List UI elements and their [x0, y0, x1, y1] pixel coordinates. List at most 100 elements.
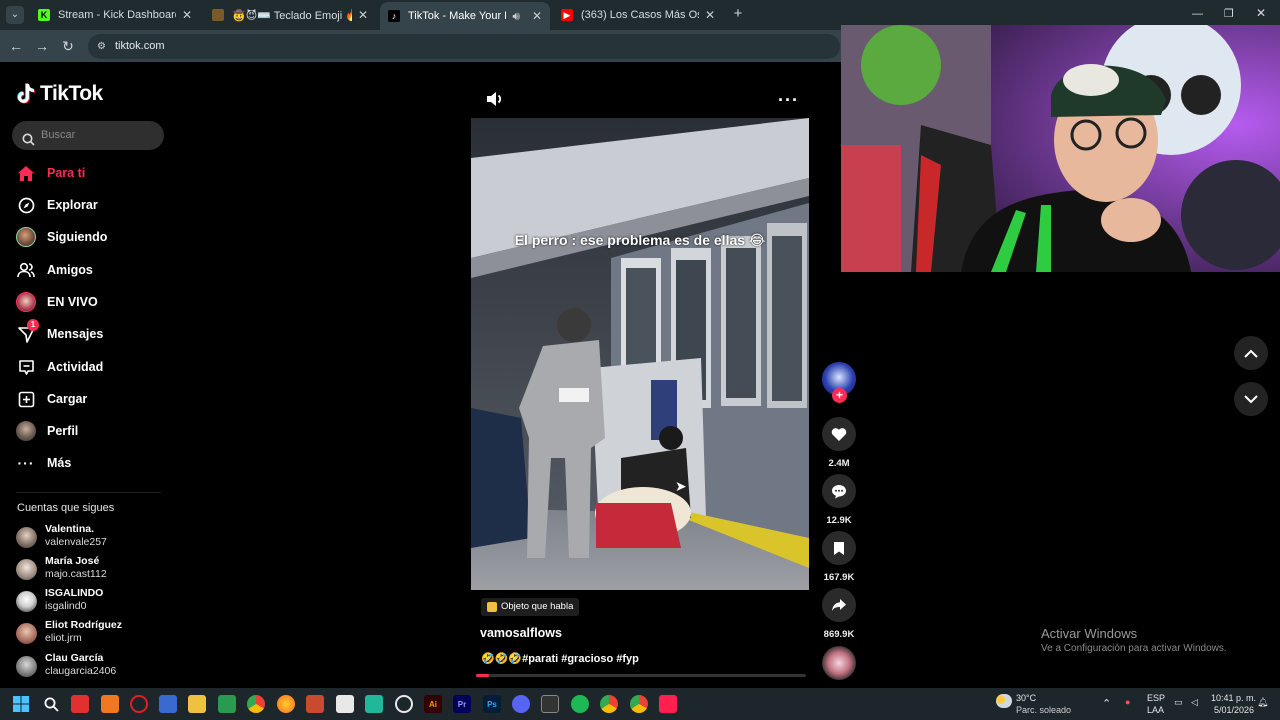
- effect-icon: [487, 602, 497, 612]
- site-info-icon[interactable]: ⚙: [97, 34, 106, 59]
- store-icon[interactable]: [159, 695, 177, 713]
- close-tab-icon[interactable]: ✕: [705, 8, 715, 22]
- nav-label: Perfil: [47, 424, 79, 438]
- tiktok-app-icon[interactable]: [659, 695, 677, 713]
- firefox-icon[interactable]: [277, 695, 295, 713]
- nav-cargar[interactable]: Cargar: [16, 388, 87, 410]
- microphone-icon[interactable]: ●: [1125, 697, 1130, 707]
- next-video-button[interactable]: [1234, 382, 1268, 416]
- speaker-icon[interactable]: 🔊︎: [512, 9, 520, 24]
- app-icon[interactable]: [306, 695, 324, 713]
- forward-arrow-icon[interactable]: →: [34, 38, 50, 54]
- search-input[interactable]: Buscar: [12, 121, 164, 150]
- account-item[interactable]: Eliot Rodríguez eliot.jrm: [16, 619, 166, 647]
- app-icon-red[interactable]: [71, 695, 89, 713]
- save-button[interactable]: 167.9K: [822, 531, 856, 583]
- keyboard-layout[interactable]: LAA: [1147, 705, 1164, 715]
- new-tab-button[interactable]: +: [730, 6, 746, 22]
- nav-label: Cargar: [47, 392, 88, 406]
- restore-window-icon[interactable]: ❐: [1224, 7, 1234, 20]
- close-tab-icon[interactable]: ✕: [532, 9, 542, 23]
- share-button[interactable]: 869.9K: [822, 588, 856, 640]
- nav-mensajes[interactable]: 1 Mensajes: [16, 319, 103, 345]
- nav-mas[interactable]: ··· Más: [16, 452, 72, 474]
- network-icon[interactable]: ▭: [1174, 697, 1183, 708]
- previous-video-button[interactable]: [1234, 336, 1268, 370]
- effect-tag[interactable]: Objeto que habla: [481, 598, 580, 616]
- discord-icon[interactable]: [512, 695, 530, 713]
- close-tab-icon[interactable]: ✕: [358, 8, 368, 22]
- nav-siguiendo[interactable]: Siguiendo: [16, 226, 107, 248]
- nav-explorar[interactable]: Explorar: [16, 194, 98, 216]
- tiktok-note-icon: [17, 83, 35, 104]
- video-progress-bar[interactable]: [476, 674, 806, 677]
- opera-icon[interactable]: [130, 695, 148, 713]
- obs-icon[interactable]: [395, 695, 413, 713]
- reload-icon[interactable]: ↻: [60, 38, 76, 54]
- app-icon-teal[interactable]: [365, 695, 383, 713]
- nav-amigos[interactable]: Amigos: [16, 259, 93, 281]
- drive-icon[interactable]: [218, 695, 236, 713]
- kick-logo-icon: K: [38, 9, 50, 21]
- account-name: María José: [45, 555, 100, 567]
- sound-disc[interactable]: [822, 646, 856, 680]
- spotify-icon[interactable]: [571, 695, 589, 713]
- document-icon[interactable]: [336, 695, 354, 713]
- chrome-profile-icon[interactable]: [600, 695, 618, 713]
- tab-tiktok[interactable]: ♪ TikTok - Make Your Day 🔊︎ ✕: [380, 2, 550, 30]
- account-username: majo.cast112: [45, 568, 107, 580]
- chrome-icon[interactable]: [247, 695, 265, 713]
- tab-kick-dashboard[interactable]: K Stream - Kick Dashboard ✕: [30, 4, 200, 26]
- comment-button[interactable]: 12.9K: [822, 474, 856, 526]
- heart-icon: [822, 417, 856, 451]
- creator-avatar[interactable]: +: [822, 362, 856, 403]
- windows-start-icon[interactable]: [12, 695, 30, 713]
- close-tab-icon[interactable]: ✕: [182, 8, 192, 22]
- file-explorer-icon[interactable]: [188, 695, 206, 713]
- tab-emoji-keyboard[interactable]: 🤠😈⌨️ Teclado Emoji 🔥🔥 3953 ✕: [204, 4, 376, 26]
- premiere-icon[interactable]: Pr: [453, 695, 471, 713]
- app-icon-orange[interactable]: [101, 695, 119, 713]
- close-window-icon[interactable]: ✕: [1256, 6, 1266, 20]
- video-author[interactable]: vamosalflows: [480, 626, 562, 640]
- tab-search-button[interactable]: ⌄: [6, 6, 24, 24]
- illustrator-icon[interactable]: Ai: [424, 695, 442, 713]
- tab-youtube[interactable]: ▶ (363) Los Casos Más Oscuros De H ✕: [553, 4, 723, 26]
- comment-count: 12.9K: [826, 515, 852, 526]
- nav-en-vivo[interactable]: EN VIVO: [16, 291, 98, 313]
- notification-bell-icon[interactable]: 🔔︎: [1257, 697, 1268, 708]
- account-username: eliot.jrm: [45, 632, 82, 644]
- nav-actividad[interactable]: Actividad: [16, 356, 103, 378]
- minimize-window-icon[interactable]: —: [1192, 8, 1203, 20]
- clock-time[interactable]: 10:41 p. m.: [1211, 693, 1256, 703]
- nav-para-ti[interactable]: Para ti: [16, 162, 85, 184]
- url-bar[interactable]: ⚙ tiktok.com: [88, 34, 840, 59]
- follow-plus-icon[interactable]: +: [832, 388, 847, 403]
- taskbar-search-icon[interactable]: [42, 695, 60, 713]
- account-username: valenvale257: [45, 536, 107, 548]
- avatar: [16, 623, 37, 644]
- nav-label: Para ti: [47, 166, 86, 180]
- volume-tray-icon[interactable]: ◁: [1191, 697, 1198, 708]
- account-item[interactable]: Clau García claugarcia2406: [16, 652, 166, 680]
- like-button[interactable]: 2.4M: [822, 417, 856, 469]
- music-disc-icon: [822, 646, 856, 680]
- terminal-icon[interactable]: [541, 695, 559, 713]
- tiktok-logo[interactable]: TikTok: [16, 82, 103, 106]
- youtube-logo-icon: ▶: [561, 9, 573, 21]
- language-indicator[interactable]: ESP: [1147, 693, 1165, 703]
- clock-date[interactable]: 5/01/2026: [1214, 705, 1254, 715]
- account-item[interactable]: María José majo.cast112: [16, 555, 166, 583]
- like-count: 2.4M: [828, 458, 850, 469]
- more-options-icon[interactable]: ···: [778, 90, 799, 111]
- chrome-profile-2-icon[interactable]: [630, 695, 648, 713]
- volume-icon[interactable]: [486, 91, 504, 112]
- video-player[interactable]: El perro : ese problema es de ellas 😂 ➤: [471, 118, 809, 590]
- photoshop-icon[interactable]: Ps: [483, 695, 501, 713]
- back-arrow-icon[interactable]: ←: [8, 38, 24, 54]
- nav-perfil[interactable]: Perfil: [16, 420, 78, 442]
- tray-chevron-up-icon[interactable]: ⌃: [1102, 697, 1111, 710]
- account-item[interactable]: Valentina. valenvale257: [16, 523, 166, 551]
- account-item[interactable]: ISGALINDO isgalind0: [16, 587, 166, 615]
- avatar: [16, 591, 37, 612]
